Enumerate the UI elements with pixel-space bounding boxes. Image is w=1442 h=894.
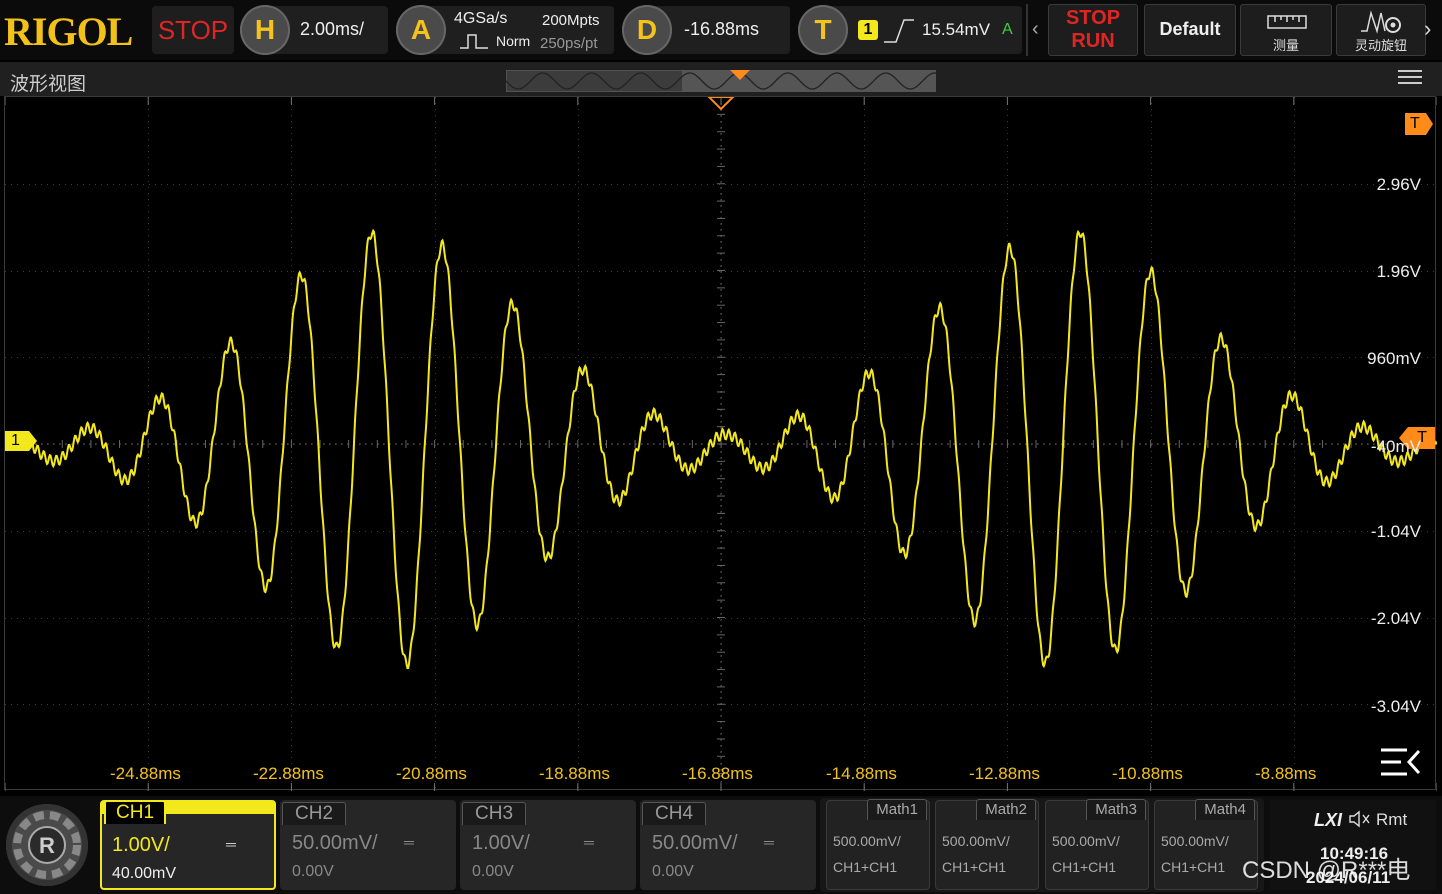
time-label: -10.88ms	[1112, 764, 1183, 783]
trigger-mode-letter: A	[1002, 21, 1013, 38]
volt-label: 960mV	[1367, 349, 1421, 368]
math3-source: CH1+CH1	[1052, 859, 1117, 875]
trigger-level: 15.54mV	[922, 20, 991, 39]
volt-label: -3.04V	[1370, 697, 1421, 716]
ch2-tab: CH2	[282, 802, 347, 825]
run-state-indicator[interactable]: STOP	[152, 6, 234, 54]
trigger-source-badge: 1	[858, 20, 878, 40]
time-label: -24.88ms	[110, 764, 181, 783]
run-label: RUN	[1071, 30, 1115, 52]
sample-rate: 4GSa/s	[454, 10, 508, 27]
default-label: Default	[1159, 19, 1221, 39]
delay-icon[interactable]: D	[622, 5, 672, 55]
collapse-menu-icon[interactable]	[1379, 745, 1423, 784]
time-per-point: 250ps/pt	[540, 35, 598, 52]
ch1-panel[interactable]: CH1 1.00V/ ═ 40.00mV	[100, 800, 276, 890]
math3-panel[interactable]: Math3 500.00mV/ CH1+CH1	[1045, 799, 1149, 890]
speaker-mute-icon[interactable]	[1348, 810, 1372, 828]
time-label: -16.88ms	[682, 764, 753, 783]
ch1-scale: 1.00V/	[112, 834, 170, 856]
trigger-panel[interactable]: 1 15.54mV A	[820, 6, 1022, 54]
time-label: -18.88ms	[539, 764, 610, 783]
ch3-panel[interactable]: CH3 1.00V/ ═ 0.00V	[460, 800, 636, 890]
ch4-panel[interactable]: CH4 50.00mV/ ═ 0.00V	[640, 800, 816, 890]
knob-button[interactable]: 灵动旋钮	[1336, 4, 1426, 56]
measure-label: 测量	[1272, 38, 1299, 53]
knob-gear-icon	[1361, 10, 1401, 34]
lxi-label: LXI	[1314, 810, 1343, 830]
scroll-right-icon[interactable]: ›	[1424, 16, 1431, 42]
ch2-offset: 0.00V	[292, 863, 334, 880]
timebase-value: 2.00ms/	[300, 19, 365, 39]
dc-coupling-icon: ═	[404, 834, 414, 850]
ch4-offset: 0.00V	[652, 863, 694, 880]
dc-coupling-icon: ═	[584, 834, 594, 850]
volt-label: 1.96V	[1376, 262, 1421, 281]
math4-tab: Math4	[1195, 799, 1255, 820]
ch2-panel[interactable]: CH2 50.00mV/ ═ 0.00V	[280, 800, 456, 890]
stop-label: STOP	[1065, 7, 1121, 29]
rigol-logo: RIGOL	[4, 9, 133, 54]
stop-run-button[interactable]: STOP RUN	[1048, 4, 1138, 56]
rising-edge-icon	[884, 19, 914, 43]
top-toolbar: RIGOL STOP 2.00ms/ H 4GSa/s 200Mpts Norm…	[0, 0, 1442, 60]
memory-depth: 200Mpts	[542, 12, 600, 29]
menu-icon[interactable]	[1398, 68, 1422, 91]
time-label: -8.88ms	[1255, 764, 1317, 783]
math1-scale: 500.00mV/	[833, 833, 901, 849]
time-label: -22.88ms	[253, 764, 324, 783]
waveform-screen[interactable]: 1 T T 2.96V 1.96V 960mV -40mV -1.04V -2.…	[4, 96, 1437, 791]
acquire-mode: Norm	[496, 33, 531, 49]
math4-source: CH1+CH1	[1161, 859, 1226, 875]
remote-label: Rmt	[1376, 810, 1408, 829]
waveform-view-header: 波形视图	[0, 62, 1442, 96]
math1-source: CH1+CH1	[833, 859, 898, 875]
graticule	[5, 97, 1437, 791]
volt-label: -40mV	[1370, 437, 1421, 456]
acquire-icon[interactable]: A	[396, 5, 446, 55]
dc-coupling-icon: ═	[226, 836, 236, 852]
math1-tab: Math1	[867, 799, 927, 820]
ch3-scale: 1.00V/	[472, 832, 530, 854]
svg-text:R: R	[39, 833, 55, 858]
default-button[interactable]: Default	[1144, 4, 1236, 56]
volt-label: -1.04V	[1370, 522, 1421, 541]
ch1-offset: 40.00mV	[112, 865, 177, 882]
watermark: CSDN @R***电	[1242, 857, 1411, 884]
math2-panel[interactable]: Math2 500.00mV/ CH1+CH1	[935, 799, 1039, 890]
view-title: 波形视图	[10, 74, 87, 95]
math3-tab: Math3	[1086, 799, 1146, 820]
math2-source: CH1+CH1	[942, 859, 1007, 875]
time-label: -20.88ms	[396, 764, 467, 783]
ch1-tab: CH1	[104, 800, 167, 824]
knob-label: 灵动旋钮	[1354, 38, 1407, 53]
ch4-scale: 50.00mV/	[652, 832, 738, 854]
time-label: -14.88ms	[826, 764, 897, 783]
math1-panel[interactable]: Math1 500.00mV/ CH1+CH1	[826, 799, 930, 890]
dc-coupling-icon: ═	[764, 834, 774, 850]
trigger-position-icon	[730, 70, 750, 80]
math2-tab: Math2	[976, 799, 1036, 820]
ch3-tab: CH3	[462, 802, 527, 825]
measure-button[interactable]: 测量	[1240, 4, 1332, 56]
acquire-panel[interactable]: 4GSa/s 200Mpts Norm 250ps/pt	[418, 6, 614, 54]
scroll-left-icon[interactable]: ‹	[1032, 18, 1039, 41]
navigation-gear-icon[interactable]: R	[6, 804, 88, 886]
waveform-overview-bar[interactable]	[506, 70, 936, 92]
ruler-icon	[1267, 15, 1307, 29]
trigger-icon[interactable]: T	[798, 5, 848, 55]
horizontal-icon[interactable]: H	[240, 5, 290, 55]
ch2-scale: 50.00mV/	[292, 832, 378, 854]
acquire-mode-icon	[460, 34, 488, 49]
math2-scale: 500.00mV/	[942, 833, 1010, 849]
math4-scale: 500.00mV/	[1161, 833, 1229, 849]
divider	[1026, 4, 1028, 56]
math3-scale: 500.00mV/	[1052, 833, 1120, 849]
ch3-offset: 0.00V	[472, 863, 514, 880]
time-label: -12.88ms	[969, 764, 1040, 783]
ch4-tab: CH4	[642, 802, 707, 825]
volt-label: 2.96V	[1376, 175, 1421, 194]
volt-label: -2.04V	[1370, 609, 1421, 628]
delay-value: -16.88ms	[684, 19, 760, 39]
